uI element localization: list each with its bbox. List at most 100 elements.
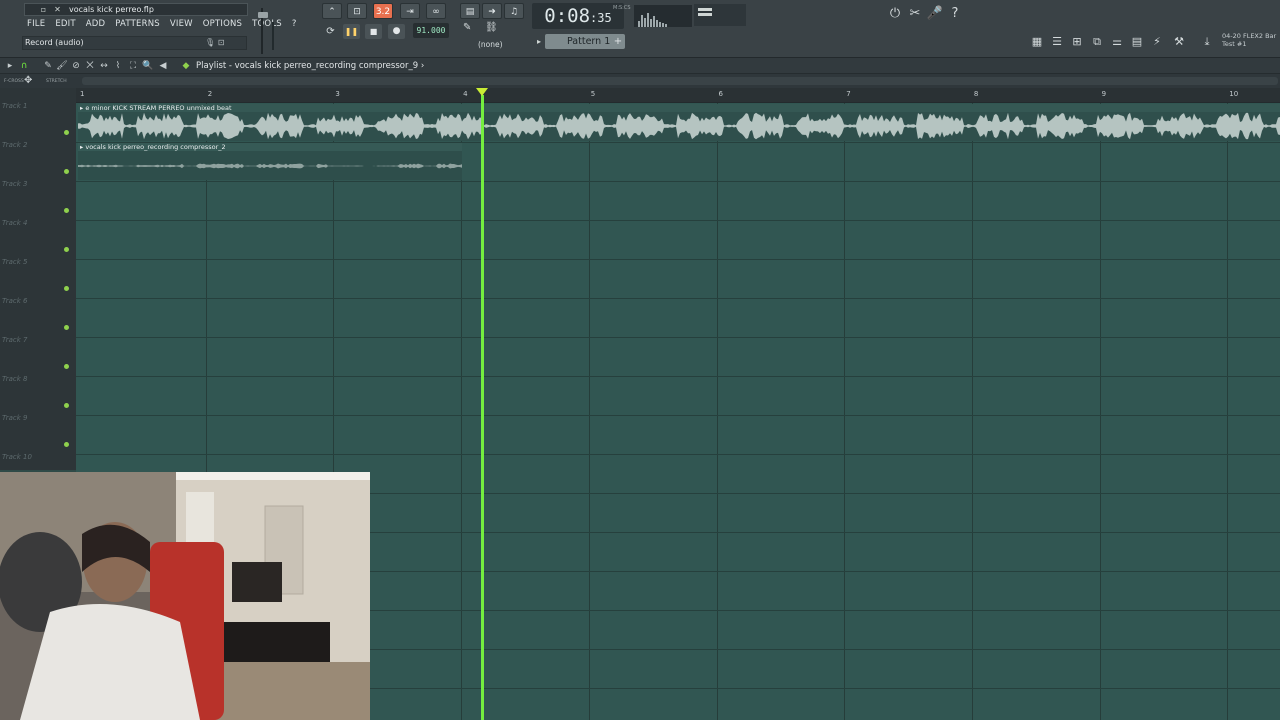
pause-button[interactable]: ❚❚	[343, 24, 360, 39]
mute-tool-icon[interactable]: ⨉	[84, 60, 96, 72]
restore-icon[interactable]: ▫	[38, 4, 49, 15]
bar-number: 5	[590, 90, 596, 98]
clip-header[interactable]: ▸ vocals kick perreo_recording compresso…	[78, 143, 462, 151]
browser-icon[interactable]: ▤	[1128, 33, 1146, 51]
title-arrow-icon: ›	[420, 61, 425, 71]
playhead-marker[interactable]	[476, 88, 489, 96]
track-mute-led[interactable]	[64, 208, 69, 213]
track-name[interactable]: Track 8	[2, 375, 74, 383]
slip-tool-icon[interactable]: ↔	[98, 60, 110, 72]
playlist-window-icon[interactable]: ▦	[1028, 33, 1046, 51]
menu-item-file[interactable]: FILE	[22, 17, 50, 31]
delete-tool-icon[interactable]: ⊘	[70, 60, 82, 72]
channel-rack-icon[interactable]: ☰	[1048, 33, 1066, 51]
stop-button[interactable]: ■	[365, 24, 382, 39]
menu-item-tools[interactable]: TOOLS	[247, 17, 287, 31]
scissors-icon[interactable]: ✂	[906, 5, 924, 23]
bar-number: 10	[1229, 90, 1239, 98]
menu-item-view[interactable]: VIEW	[165, 17, 198, 31]
memory-bar	[698, 13, 712, 16]
loop-icon[interactable]: ⟳	[322, 24, 339, 39]
bar-gridline	[461, 103, 463, 720]
countdown-button[interactable]: 3.2	[373, 3, 393, 19]
arrow-right-icon[interactable]: ➜	[482, 3, 502, 19]
slider-knob[interactable]	[258, 12, 268, 18]
menu-item-edit[interactable]: EDIT	[50, 17, 80, 31]
metronome-icon[interactable]: ⌃	[322, 3, 342, 19]
menu-item-options[interactable]: OPTIONS	[198, 17, 247, 31]
microphone-icon[interactable]: 🎤	[926, 5, 944, 23]
track-name[interactable]: Track 9	[2, 414, 74, 422]
master-pitch-slider[interactable]	[272, 22, 280, 50]
track-name[interactable]: Track 6	[2, 297, 74, 305]
menu-item-add[interactable]: ADD	[81, 17, 111, 31]
time-display[interactable]: 0:08:35	[532, 3, 624, 29]
timeline-ruler[interactable]	[76, 88, 1280, 103]
wait-record-icon[interactable]: ⊡	[347, 3, 367, 19]
master-volume-slider[interactable]	[258, 8, 268, 54]
clip-name: ▸ vocals kick perreo_recording compresso…	[80, 143, 226, 151]
track-mute-led[interactable]	[64, 169, 69, 174]
track-mute-led[interactable]	[64, 442, 69, 447]
track-name[interactable]: Track 3	[2, 180, 74, 188]
slice-tool-icon[interactable]: ⌇	[112, 60, 124, 72]
snap-icon[interactable]: ▤	[460, 3, 480, 19]
playlist-arrow-icon[interactable]: ▸	[4, 60, 16, 72]
record-button[interactable]: ●	[388, 24, 405, 39]
mixer-icon[interactable]: ⧉	[1088, 33, 1106, 51]
magnet-icon[interactable]: ∩	[18, 60, 30, 72]
select-tool-icon[interactable]: ⛶	[127, 60, 139, 72]
track-mute-led[interactable]	[64, 130, 69, 135]
piano-roll-icon[interactable]: ⊞	[1068, 33, 1086, 51]
playback-tool-icon[interactable]: ◀	[157, 60, 169, 72]
news-line: 04-20 FLEX2 Bar	[1222, 32, 1277, 40]
pencil-icon[interactable]: ✎	[463, 22, 477, 36]
track-mute-led[interactable]	[64, 286, 69, 291]
track-gridline	[76, 415, 1280, 416]
playlist-speaker-icon: ◆	[182, 61, 190, 71]
metronome-bell-icon[interactable]: ♫	[504, 3, 524, 19]
help-icon[interactable]: ?	[946, 5, 964, 23]
paint-tool-icon[interactable]: 🖌	[56, 60, 68, 72]
zoom-tool-icon[interactable]: 🔍	[142, 60, 154, 72]
news-panel[interactable]: 04-20 FLEX2 Bar Test #1	[1222, 32, 1276, 48]
tempo-display[interactable]: 91.000	[413, 23, 449, 38]
track-gridline	[76, 376, 1280, 377]
power-icon[interactable]: ⏻	[886, 5, 904, 23]
menu-item-help[interactable]: ?	[287, 17, 302, 31]
track-gridline	[76, 337, 1280, 338]
clip-header[interactable]: ▸ e minor KICK STREAM PERREO unmixed bea…	[78, 104, 1280, 112]
track-name[interactable]: Track 10	[2, 453, 74, 461]
bar-gridline	[1227, 103, 1229, 720]
track-name[interactable]: Track 7	[2, 336, 74, 344]
time-unit-label: M:S:CS	[613, 5, 631, 11]
close-icon[interactable]: ✕	[52, 4, 63, 15]
track-name[interactable]: Track 5	[2, 258, 74, 266]
download-icon[interactable]: ⤓	[1198, 33, 1216, 51]
track-mute-led[interactable]	[64, 403, 69, 408]
snap-mode-label[interactable]: (none)	[478, 40, 503, 49]
track-gridline	[76, 298, 1280, 299]
pattern-name: Pattern 1	[567, 36, 611, 47]
clip-name: ▸ e minor KICK STREAM PERREO unmixed bea…	[80, 104, 232, 112]
tools-icon[interactable]: ⚒	[1170, 33, 1188, 51]
step-edit-icon[interactable]: ⇥	[400, 3, 420, 19]
track-mute-led[interactable]	[64, 325, 69, 330]
track-name[interactable]: Track 4	[2, 219, 74, 227]
horizontal-scrollbar[interactable]	[82, 77, 1278, 85]
track-name[interactable]: Track 1	[2, 102, 74, 110]
plugin-picker-icon[interactable]: ⚌	[1108, 33, 1126, 51]
track-mute-led[interactable]	[64, 247, 69, 252]
pattern-add-icon[interactable]: +	[612, 34, 624, 49]
plugin-icon[interactable]: ⚡	[1148, 33, 1166, 51]
menu-item-patterns[interactable]: PATTERNS	[110, 17, 165, 31]
blend-notes-icon[interactable]: ∞	[426, 3, 446, 19]
draw-tool-icon[interactable]: ✎	[42, 60, 54, 72]
bar-gridline	[588, 103, 590, 720]
drag-handle-icon[interactable]: ✥	[24, 75, 32, 86]
track-gridline	[76, 220, 1280, 221]
track-name[interactable]: Track 2	[2, 141, 74, 149]
playhead[interactable]	[481, 95, 485, 720]
track-mute-led[interactable]	[64, 364, 69, 369]
link-icon[interactable]: ⛓	[485, 22, 499, 36]
